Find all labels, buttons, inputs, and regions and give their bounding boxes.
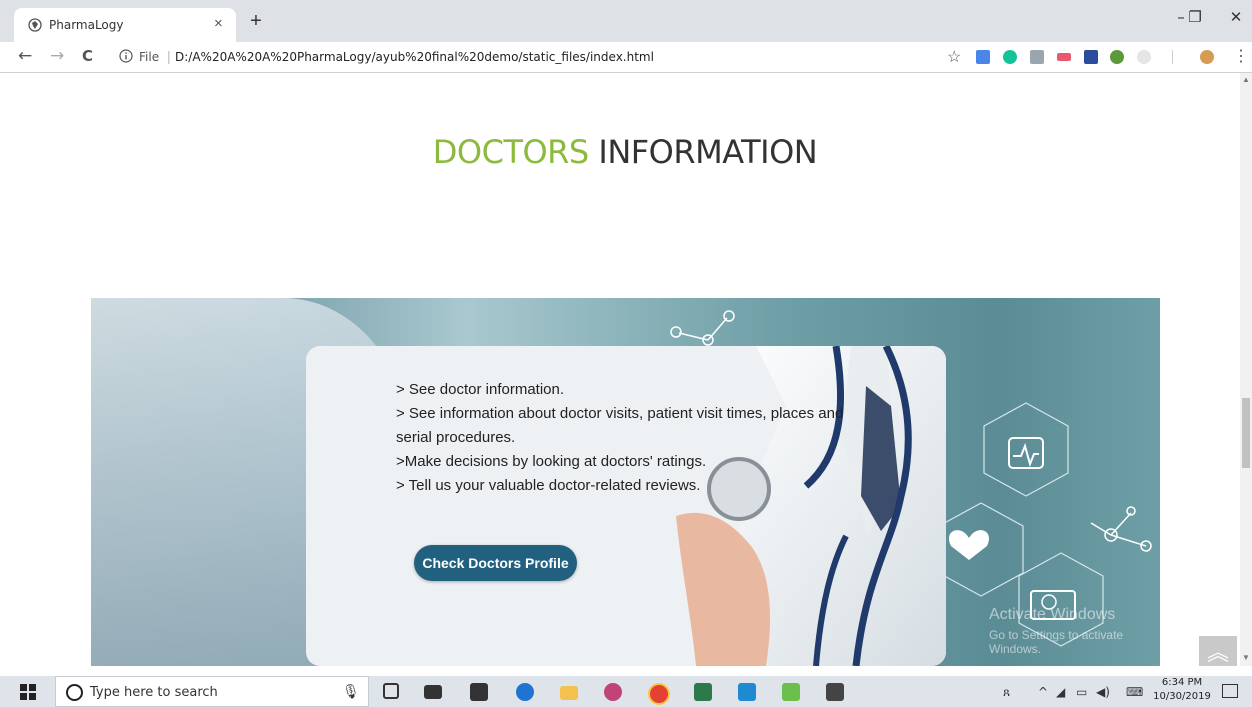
edge-icon[interactable] [516,683,534,701]
taskbar-search-box[interactable]: Type here to search 🎙 [55,676,369,707]
translate-icon[interactable] [976,50,990,64]
ext-icon[interactable] [1084,50,1098,64]
chevron-up-icon[interactable]: ^ [1038,685,1048,699]
chrome-icon[interactable] [648,683,670,705]
toolbar-divider [1172,50,1173,64]
clock-date[interactable]: 10/30/2019 [1152,691,1212,702]
doctors-banner: > See doctor information. > See informat… [91,298,1160,666]
ext-icon[interactable] [1137,50,1151,64]
bookmark-star-icon[interactable]: ☆ [947,47,961,67]
windows-start-icon[interactable] [20,684,36,700]
app-icon[interactable] [782,683,800,701]
menu-icon[interactable]: ⋮ [1233,46,1249,66]
info-icon[interactable] [119,49,133,63]
browser-tab-strip: PharmaLogy × + – ❐ ✕ [0,0,1252,42]
photos-icon[interactable] [826,683,844,701]
profile-avatar[interactable] [1200,50,1214,64]
feature-item: >Make decisions by looking at doctors' r… [396,453,707,470]
file-explorer-icon[interactable] [560,686,578,700]
activate-windows-subtitle: Go to Settings to activate Windows. [989,628,1124,656]
store-icon[interactable] [470,683,488,701]
tab-title: PharmaLogy [49,18,124,32]
feature-item: > Tell us your valuable doctor-related r… [396,477,701,494]
address-separator: | [167,48,171,64]
ext-icon[interactable] [1057,53,1071,61]
cortana-icon [66,684,83,701]
clock-time[interactable]: 6:34 PM [1158,677,1206,688]
tab-close-icon[interactable]: × [214,15,223,32]
windows-taskbar: Type here to search 🎙 ጸ ^ ◢ ▭ ◀) ⌨ 6:34 … [0,676,1252,707]
page-scrollbar[interactable]: ▲ ▼ [1240,73,1252,666]
back-button[interactable]: ← [18,46,32,66]
keyboard-icon[interactable]: ⌨ [1126,685,1143,699]
feature-list: > See doctor information. > See informat… [396,378,846,498]
notification-icon[interactable] [1222,684,1238,698]
vscode-icon[interactable] [738,683,756,701]
scroll-down-icon[interactable]: ▼ [1242,653,1250,662]
back-to-top-button[interactable]: ︽ [1199,636,1237,666]
heading-rest: INFORMATION [588,133,818,171]
address-bar[interactable]: File | D:/A%20A%20A%20PharmaLogy/ayub%20… [115,46,975,68]
scheme-label: File [139,50,160,64]
app-icon[interactable] [694,683,712,701]
page-content: DOCTORS INFORMATION > See doctor informa… [0,73,1240,666]
section-heading: DOCTORS INFORMATION [0,133,1240,171]
globe-icon [28,18,42,32]
feature-item: > See information about doctor visits, p… [396,405,844,446]
feature-item: > See doctor information. [396,381,565,398]
heading-accent: DOCTORS [432,133,589,171]
battery-icon[interactable]: ▭ [1076,685,1087,699]
reload-button[interactable]: C [82,47,93,65]
scroll-up-icon[interactable]: ▲ [1242,75,1250,84]
close-window-button[interactable]: ✕ [1221,8,1251,26]
scroll-thumb[interactable] [1242,398,1250,468]
search-placeholder: Type here to search [90,685,218,700]
check-doctors-profile-button[interactable]: Check Doctors Profile [414,545,577,581]
grammarly-icon[interactable] [1003,50,1017,64]
info-card: > See doctor information. > See informat… [306,346,946,666]
pdf-icon[interactable] [1030,50,1044,64]
forward-button[interactable]: → [50,46,64,66]
url-text[interactable]: D:/A%20A%20A%20PharmaLogy/ayub%20final%2… [175,50,654,64]
paint-icon[interactable] [604,683,622,701]
mail-icon[interactable] [424,685,442,699]
task-view-icon[interactable] [383,683,399,699]
microphone-icon[interactable]: 🎙 [342,683,360,700]
browser-tab[interactable]: PharmaLogy × [14,8,236,42]
network-icon[interactable]: ◢ [1056,685,1065,699]
activate-windows-title: Activate Windows [989,606,1116,623]
people-icon[interactable]: ጸ [1003,685,1010,700]
volume-icon[interactable]: ◀) [1096,685,1110,699]
maximize-button[interactable]: ❐ [1180,8,1210,26]
ext-icon[interactable] [1110,50,1124,64]
new-tab-button[interactable]: + [245,11,267,33]
